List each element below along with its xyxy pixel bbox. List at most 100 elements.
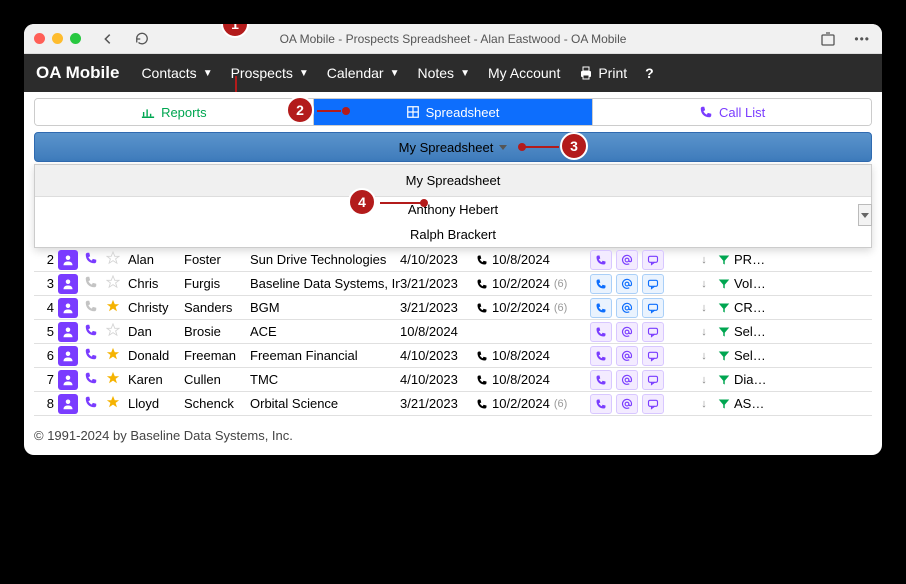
- row-email-button[interactable]: [616, 322, 638, 342]
- opportunity-cell[interactable]: ASDL Fuel Regula: [718, 396, 768, 411]
- opportunity-cell[interactable]: CRM Sale: [718, 300, 768, 315]
- row-chat-button[interactable]: [642, 250, 664, 270]
- tab-calllist[interactable]: Call List: [592, 99, 871, 125]
- row-chat-button[interactable]: [642, 298, 664, 318]
- row-call-button[interactable]: [590, 370, 612, 390]
- row-call-button[interactable]: [590, 250, 612, 270]
- dropdown-item[interactable]: Ralph Brackert: [35, 222, 871, 247]
- first-name-cell: Chris: [128, 276, 184, 291]
- dropdown-header[interactable]: My Spreadsheet: [35, 165, 871, 197]
- row-phone-icon[interactable]: [84, 347, 106, 364]
- maximize-window[interactable]: [70, 33, 81, 44]
- menu-contacts[interactable]: Contacts▼: [135, 61, 218, 85]
- opportunity-cell[interactable]: Sell 6 Widgets: [718, 324, 768, 339]
- last-name-cell: Sanders: [184, 300, 250, 315]
- row-phone-icon[interactable]: [84, 251, 106, 268]
- contact-badge[interactable]: [58, 322, 78, 342]
- dropdown-scroll-handle[interactable]: [858, 204, 872, 226]
- sort-indicator[interactable]: ↓: [690, 302, 718, 314]
- favorite-star[interactable]: [106, 299, 128, 316]
- row-email-button[interactable]: [616, 370, 638, 390]
- refresh-icon[interactable]: [135, 32, 149, 46]
- favorite-star[interactable]: [106, 347, 128, 364]
- row-index: 4: [34, 300, 58, 315]
- sort-indicator[interactable]: ↓: [690, 350, 718, 362]
- contact-badge[interactable]: [58, 274, 78, 294]
- table-row[interactable]: 8LloydSchenckOrbital Science3/21/202310/…: [34, 392, 872, 416]
- opportunity-cell[interactable]: PRC Chipset Sale: [718, 252, 768, 267]
- contact-badge[interactable]: [58, 370, 78, 390]
- more-icon[interactable]: •••: [854, 32, 870, 46]
- row-call-button[interactable]: [590, 346, 612, 366]
- favorite-star[interactable]: [106, 371, 128, 388]
- favorite-star[interactable]: [106, 323, 128, 340]
- row-call-button[interactable]: [590, 298, 612, 318]
- row-email-button[interactable]: [616, 274, 638, 294]
- phone-icon: [699, 105, 713, 119]
- menu-help[interactable]: ?: [639, 61, 660, 85]
- share-icon[interactable]: [820, 31, 836, 47]
- next-call-cell: 10/2/2024(6): [476, 396, 590, 411]
- opportunity-cell[interactable]: Sell Expat Financ: [718, 348, 768, 363]
- spreadsheet-selector[interactable]: My Spreadsheet: [34, 132, 872, 162]
- table-row[interactable]: 5DanBrosieACE10/8/2024↓Sell 6 Widgets: [34, 320, 872, 344]
- table-row[interactable]: 6DonaldFreemanFreeman Financial4/10/2023…: [34, 344, 872, 368]
- first-name-cell: Dan: [128, 324, 184, 339]
- table-row[interactable]: 4ChristySandersBGM3/21/202310/2/2024(6)↓…: [34, 296, 872, 320]
- row-chat-button[interactable]: [642, 322, 664, 342]
- row-phone-icon[interactable]: [84, 323, 106, 340]
- row-phone-icon[interactable]: [84, 371, 106, 388]
- back-icon[interactable]: [101, 32, 115, 46]
- row-email-button[interactable]: [616, 394, 638, 414]
- date-cell: 4/10/2023: [400, 348, 476, 363]
- grid-icon: [406, 105, 420, 119]
- contact-badge[interactable]: [58, 298, 78, 318]
- row-call-button[interactable]: [590, 274, 612, 294]
- brand[interactable]: OA Mobile: [36, 63, 119, 83]
- step-callout-2: 2: [286, 96, 314, 124]
- row-chat-button[interactable]: [642, 274, 664, 294]
- sort-indicator[interactable]: ↓: [690, 374, 718, 386]
- menu-prospects[interactable]: Prospects▼: [225, 61, 315, 85]
- table-row[interactable]: 3ChrisFurgisBaseline Data Systems, Inc.3…: [34, 272, 872, 296]
- sort-indicator[interactable]: ↓: [690, 278, 718, 290]
- favorite-star[interactable]: [106, 251, 128, 268]
- last-name-cell: Cullen: [184, 372, 250, 387]
- minimize-window[interactable]: [52, 33, 63, 44]
- sort-indicator[interactable]: ↓: [690, 398, 718, 410]
- menu-notes[interactable]: Notes▼: [411, 61, 475, 85]
- menu-calendar[interactable]: Calendar▼: [321, 61, 406, 85]
- close-window[interactable]: [34, 33, 45, 44]
- company-cell: Freeman Financial: [250, 348, 400, 363]
- contact-badge[interactable]: [58, 394, 78, 414]
- contact-badge[interactable]: [58, 250, 78, 270]
- row-phone-icon[interactable]: [84, 395, 106, 412]
- row-call-button[interactable]: [590, 394, 612, 414]
- row-phone-icon[interactable]: [84, 275, 106, 292]
- row-email-button[interactable]: [616, 250, 638, 270]
- row-call-button[interactable]: [590, 322, 612, 342]
- company-cell: BGM: [250, 300, 400, 315]
- tab-reports[interactable]: Reports: [35, 99, 314, 125]
- table-row[interactable]: 7KarenCullenTMC4/10/202310/8/2024↓Diagno…: [34, 368, 872, 392]
- opportunity-cell[interactable]: VoIP Sale: [718, 276, 768, 291]
- contact-badge[interactable]: [58, 346, 78, 366]
- menu-print[interactable]: Print: [572, 61, 633, 85]
- row-email-button[interactable]: [616, 298, 638, 318]
- dropdown-item[interactable]: Anthony Hebert: [35, 197, 871, 222]
- row-email-button[interactable]: [616, 346, 638, 366]
- sort-indicator[interactable]: ↓: [690, 254, 718, 266]
- row-chat-button[interactable]: [642, 370, 664, 390]
- table-row[interactable]: 2AlanFosterSun Drive Technologies4/10/20…: [34, 248, 872, 272]
- favorite-star[interactable]: [106, 275, 128, 292]
- titlebar: OA Mobile - Prospects Spreadsheet - Alan…: [24, 24, 882, 54]
- sort-indicator[interactable]: ↓: [690, 326, 718, 338]
- favorite-star[interactable]: [106, 395, 128, 412]
- menu-myaccount[interactable]: My Account: [482, 61, 566, 85]
- row-phone-icon[interactable]: [84, 299, 106, 316]
- last-name-cell: Foster: [184, 252, 250, 267]
- opportunity-cell[interactable]: Diagnotic Chipse: [718, 372, 768, 387]
- row-chat-button[interactable]: [642, 346, 664, 366]
- tab-spreadsheet[interactable]: Spreadsheet: [314, 99, 593, 125]
- row-chat-button[interactable]: [642, 394, 664, 414]
